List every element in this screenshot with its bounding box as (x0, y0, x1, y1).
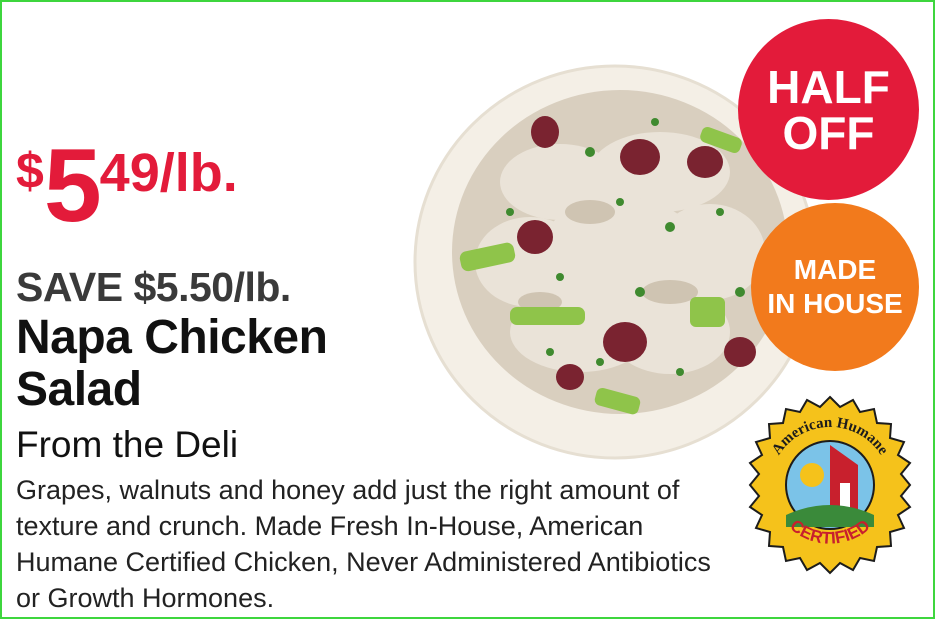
price-cents-unit: 49/lb. (99, 143, 238, 203)
half-off-badge: HALF OFF (738, 19, 919, 200)
made-in-house-badge: MADE IN HOUSE (751, 203, 919, 371)
product-name-line1: Napa Chicken (16, 311, 328, 364)
sale-price: $549/lb. (16, 134, 238, 238)
ad-card: $549/lb. SAVE $5.50/lb. Napa Chicken Sal… (0, 0, 935, 619)
made-in-house-line2: IN HOUSE (767, 288, 903, 319)
product-source: From the Deli (16, 424, 239, 465)
half-off-line1: HALF (767, 60, 890, 113)
savings-text: SAVE $5.50/lb. (16, 264, 291, 310)
product-name-line2: Salad (16, 363, 142, 416)
product-description: Grapes, walnuts and honey add just the r… (16, 475, 711, 613)
product-name: Napa Chicken Salad (16, 311, 328, 416)
price-dollars: 5 (43, 128, 102, 244)
half-off-line2: OFF (782, 106, 875, 159)
price-currency: $ (16, 143, 44, 199)
american-humane-certified-seal: American Humane CERTIFIED (748, 395, 912, 575)
made-in-house-line1: MADE (793, 254, 877, 285)
